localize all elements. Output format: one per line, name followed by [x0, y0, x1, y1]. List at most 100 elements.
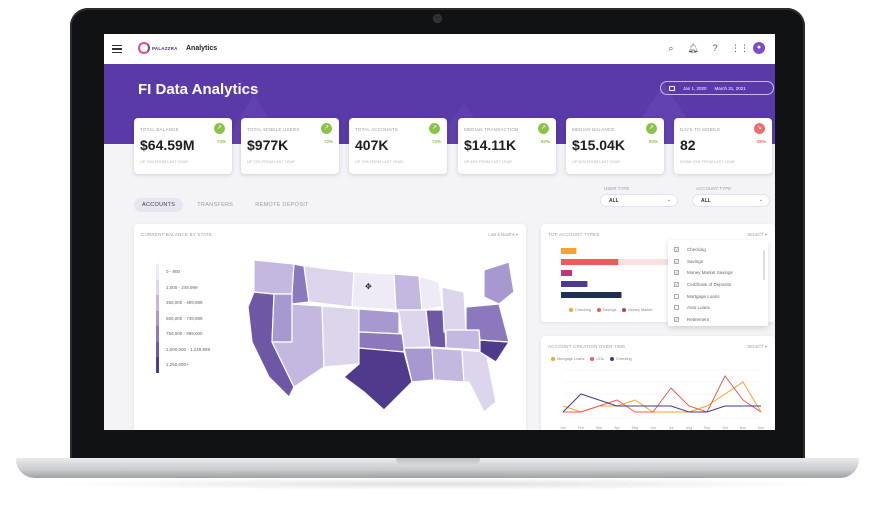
dropdown-option[interactable]: Auto Loans [674, 302, 762, 314]
checkbox-checked-icon[interactable]: ✓ [674, 316, 679, 322]
tab-accounts[interactable]: ACCOUNTS [134, 198, 184, 212]
kpi-percent: 72% [323, 139, 333, 144]
legend-item: 1,250,000+ [156, 357, 210, 373]
help-icon[interactable]: ? [709, 42, 721, 54]
x-tick-label: Feb [578, 426, 584, 430]
page-title: FI Data Analytics [138, 81, 259, 98]
kpi-subtext: DOWN 25% FROM LAST YEAR [680, 160, 735, 164]
select-dropdown[interactable]: SELECT ▾ [748, 232, 767, 237]
kpi-value: $14.11K [464, 137, 517, 153]
kpi-card-days-to-mobile[interactable]: DAYS TO MOBILE 82 ↘ -25% DOWN 25% FROM L… [674, 118, 772, 174]
series-line-checking[interactable] [562, 393, 761, 413]
trend-up-icon: ↗ [429, 123, 440, 134]
checkbox-checked-icon[interactable]: ✓ [674, 258, 679, 264]
checkbox-icon[interactable] [674, 293, 679, 299]
user-type-label: USER TYPE [604, 186, 630, 191]
us-map[interactable]: ✥ [234, 252, 519, 422]
dropdown-option[interactable]: ✓ Certificate of Deposits [674, 279, 762, 291]
kpi-card-total-accounts[interactable]: TOTAL ACCOUNTS 407K ↗ 72% UP 72% FROM LA… [349, 118, 447, 174]
period-select[interactable]: Last 6 Months ▾ [488, 232, 518, 237]
user-type-select[interactable]: ALL ⌄ [600, 194, 678, 207]
x-tick-label: Jan [560, 426, 566, 430]
checkbox-checked-icon[interactable]: ✓ [674, 270, 679, 276]
legend-swatch [156, 357, 159, 373]
account-type-value: ALL [701, 198, 711, 204]
account-type-label: ACCOUNT TYPE [696, 186, 732, 191]
notification-icon[interactable]: 🔔︎ [687, 42, 699, 54]
account-type-dropdown[interactable]: ✓ Checking ✓ Savings ✓ Money Market Savings ✓ C… [668, 240, 768, 326]
legend-label: 1,000 - 249,999 [166, 284, 198, 290]
kpi-card-median-transaction[interactable]: MEDIAN TRANSACTION $14.11K ↗ 82% UP 82% … [458, 118, 556, 174]
date-end: March 31, 2021 [714, 85, 746, 91]
logo[interactable]: PALAZZRA [138, 42, 178, 54]
apps-grid-icon[interactable]: ⋮⋮ [731, 42, 749, 54]
checkbox-checked-icon[interactable]: ✓ [674, 247, 679, 253]
legend-swatch [156, 279, 159, 295]
period-select-label: Last 6 Months [488, 232, 515, 237]
map-state-wisconsin [418, 275, 443, 311]
dropdown-option-label: Certificate of Deposits [687, 282, 732, 288]
chevron-down-icon: ⌄ [666, 197, 671, 203]
legend-item: 0 - 900 [156, 264, 210, 280]
legend-label: 1,250,000+ [166, 362, 189, 368]
dropdown-option[interactable]: ✓ Money Market Savings [674, 267, 762, 279]
bar-savings[interactable] [561, 259, 619, 265]
dropdown-option[interactable]: ✓ Savings [674, 256, 762, 268]
dropdown-option-label: Retirement [687, 316, 710, 322]
search-icon[interactable]: ⌕ [665, 42, 677, 54]
map-state-nevada [271, 293, 293, 343]
bar-checking[interactable] [561, 248, 577, 254]
trend-up-icon: ↗ [646, 123, 657, 134]
bar-track [561, 270, 671, 276]
scrollbar[interactable] [763, 250, 765, 280]
kpi-label: MEDIAN BALANCE [572, 127, 615, 132]
legend-item: 250,000 - 499,999 [156, 295, 210, 311]
cursor-icon: ✥ [365, 282, 372, 291]
tab-remote-deposit[interactable]: REMOTE DEPOSIT [247, 198, 316, 212]
checkbox-icon[interactable] [674, 305, 679, 311]
trend-down-icon: ↘ [754, 123, 765, 134]
kpi-subtext: UP 92% FROM LAST YEAR [572, 160, 620, 164]
dropdown-option[interactable]: ✓ Checking [674, 244, 762, 256]
legend-label: Checking [615, 357, 632, 361]
legend-label: Mortgage Loans [557, 357, 585, 361]
series-line-mortgage-loans[interactable] [562, 381, 762, 413]
checkbox-checked-icon[interactable]: ✓ [674, 282, 679, 288]
map-state-dakotas [351, 271, 397, 311]
hamburger-menu-icon[interactable] [112, 45, 122, 53]
tab-bar: ACCOUNTS TRANSFERS REMOTE DEPOSIT [134, 198, 317, 212]
dropdown-option-label: Money Market Savings [687, 270, 733, 276]
bar-retirement[interactable] [561, 292, 622, 298]
logo-mark-icon [138, 42, 150, 54]
bar-money-market-savings[interactable] [561, 270, 572, 276]
legend-item: Checking [569, 308, 591, 312]
account-types-legend: Checking Savings Money Market [569, 308, 652, 312]
kpi-card-total-balance[interactable]: TOTAL BALANCE $64.59M ↗ 73% UP 73% FROM … [134, 118, 232, 174]
select-dropdown[interactable]: SELECT ▾ [748, 344, 767, 349]
kpi-card-total-mobile-users[interactable]: TOTAL MOBILE USERS $977K ↗ 72% UP 72% FR… [241, 118, 339, 174]
kpi-subtext: UP 72% FROM LAST YEAR [247, 160, 295, 164]
date-range-picker[interactable]: Jan 1, 2020 March 31, 2021 [660, 81, 774, 95]
account-type-select[interactable]: ALL ⌄ [692, 194, 770, 207]
dropdown-option[interactable]: ✓ Retirement [674, 314, 762, 326]
legend-swatch [156, 264, 159, 280]
tab-transfers[interactable]: TRANSFERS [189, 198, 241, 212]
creation-legend: Mortgage Loans CDs Checking [551, 357, 632, 361]
map-state-ohio-ky [445, 329, 481, 351]
kpi-label: TOTAL BALANCE [140, 127, 179, 132]
legend-item: 1,000,000 - 1,249,999 [156, 341, 210, 357]
map-state-nw [253, 259, 295, 295]
legend-dot [569, 308, 573, 312]
avatar[interactable]: ● [753, 42, 765, 54]
chevron-down-icon: ⌄ [758, 197, 763, 203]
legend-item: Checking [609, 357, 632, 361]
legend-label: 750,000 - 999,000 [166, 331, 203, 337]
bar-certificate-of-deposits[interactable] [561, 281, 588, 287]
kpi-percent: -25% [755, 139, 766, 144]
map-state-michigan-in [441, 286, 467, 333]
legend-item: Money Market [622, 308, 652, 312]
kpi-percent: 73% [216, 139, 226, 144]
kpi-card-median-balance[interactable]: MEDIAN BALANCE $15.04K ↗ 92% UP 92% FROM… [566, 118, 664, 174]
kpi-row: TOTAL BALANCE $64.59M ↗ 73% UP 73% FROM … [134, 118, 774, 174]
dropdown-option[interactable]: Mortgage Loans [674, 290, 762, 302]
